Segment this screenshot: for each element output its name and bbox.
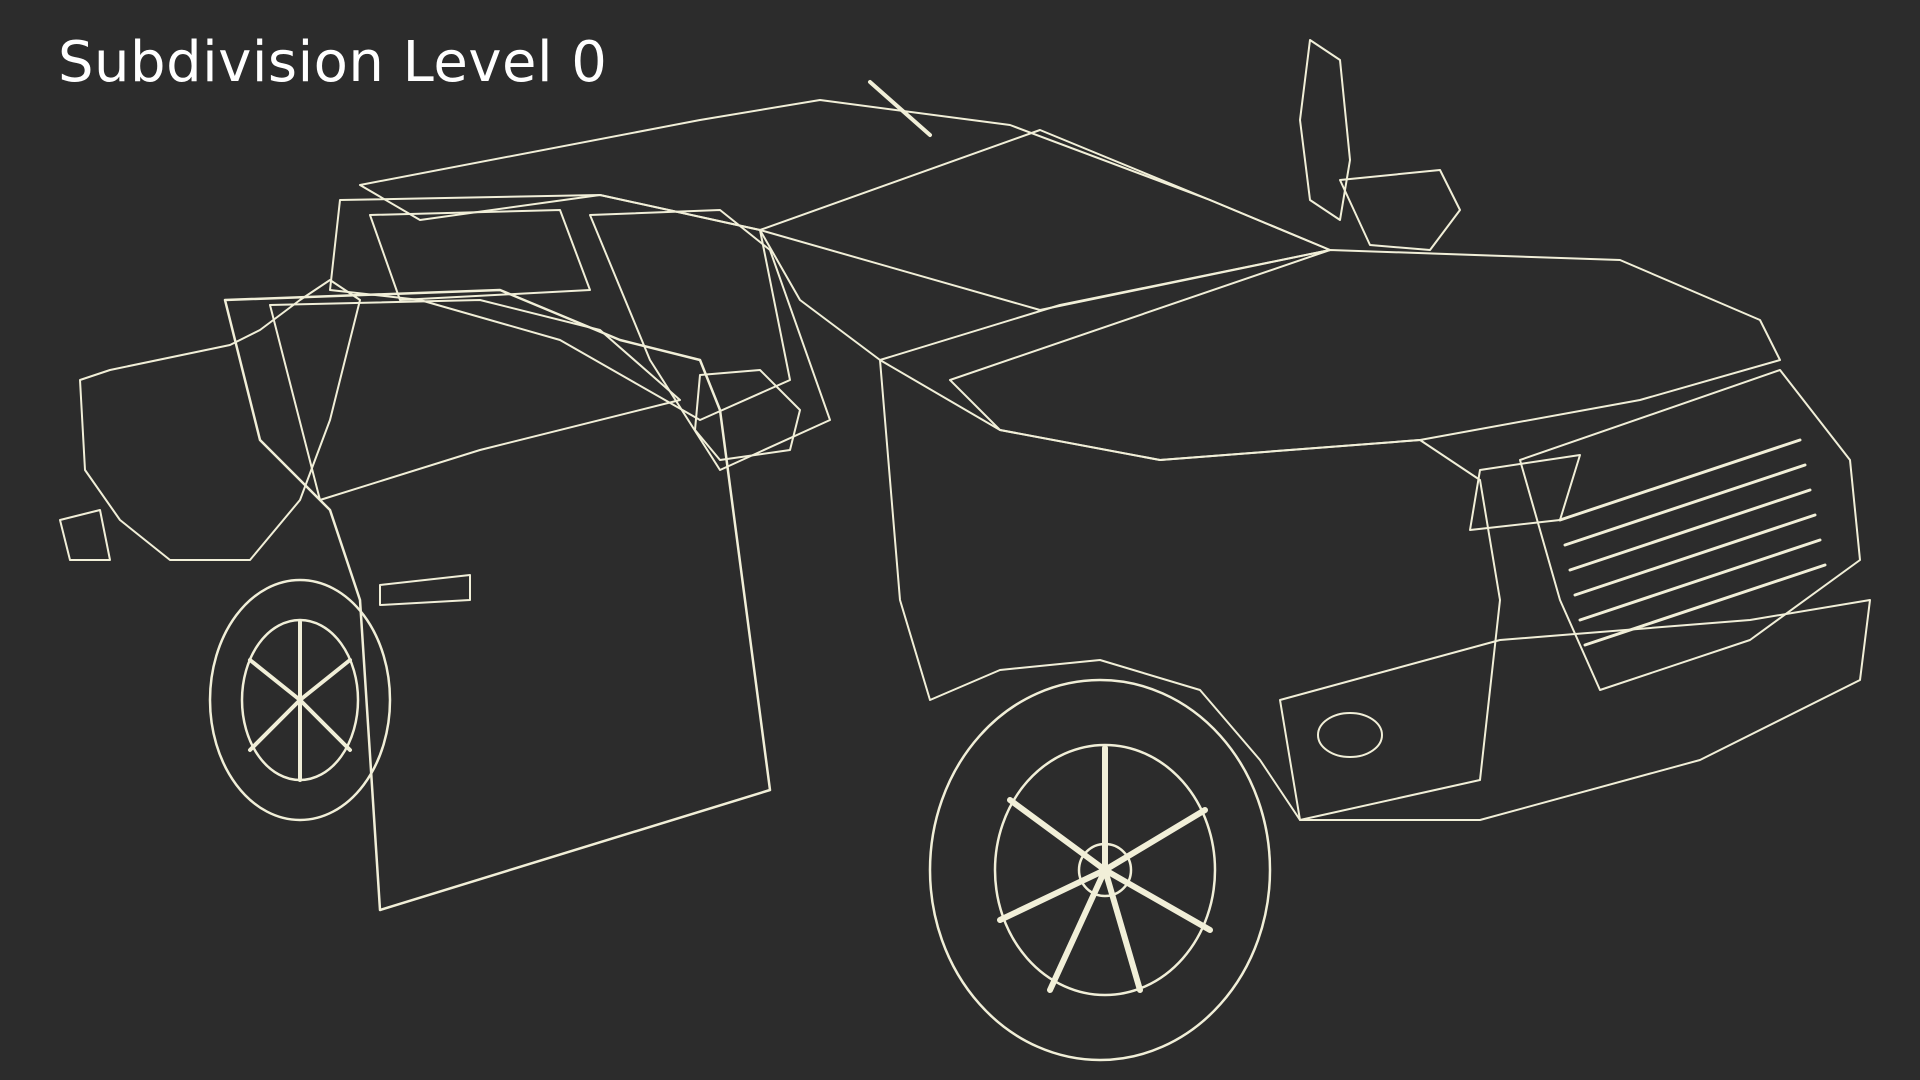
hood — [949, 249, 1781, 461]
cab-roof — [359, 99, 1331, 311]
rear-wheel — [208, 578, 392, 822]
subdivision-level-caption: Subdivision Level 0 — [58, 30, 608, 95]
render-viewport: Subdivision Level 0 — [0, 0, 1920, 1080]
rear-window-frame — [369, 209, 591, 301]
door-window — [269, 299, 681, 501]
truck-bed — [79, 279, 361, 561]
fog-light — [1317, 712, 1383, 758]
front-wheel — [928, 678, 1272, 1062]
open-front-door — [223, 288, 772, 912]
front-bumper — [1279, 599, 1871, 821]
open-passenger-door — [1299, 39, 1351, 221]
door-handle — [379, 574, 471, 606]
front-fender — [879, 359, 1501, 821]
rear-bumper — [59, 509, 111, 561]
truck-wireframe-model — [59, 39, 1871, 1062]
windshield — [759, 129, 1331, 361]
cab-side — [329, 194, 791, 421]
passenger-mirror — [1339, 169, 1461, 251]
